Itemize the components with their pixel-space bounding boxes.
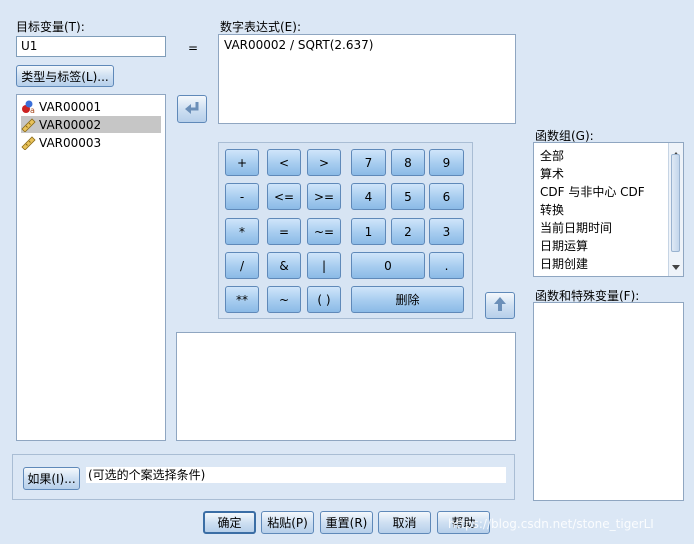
- scrollbar-thumb[interactable]: [671, 154, 680, 252]
- key-not-equal[interactable]: ~=: [307, 218, 341, 245]
- key-minus[interactable]: -: [225, 183, 259, 210]
- function-group-item[interactable]: 当前日期时间: [540, 219, 612, 236]
- nominal-variable-icon: a: [21, 100, 37, 115]
- variable-label: VAR00003: [39, 135, 102, 150]
- calculator-keypad: + < > 7 8 9 - <= >= 4 5 6 * = ~= 1 2 3 /…: [218, 142, 473, 319]
- key-equals[interactable]: =: [267, 218, 301, 245]
- key-1[interactable]: 1: [351, 218, 386, 245]
- reset-button[interactable]: 重置(R): [320, 511, 373, 534]
- if-button[interactable]: 如果(I)...: [23, 467, 80, 490]
- key-or[interactable]: |: [307, 252, 341, 279]
- expression-label: 数字表达式(E):: [220, 20, 301, 34]
- functions-special-variables-list[interactable]: [533, 302, 684, 501]
- key-not[interactable]: ~: [267, 286, 301, 313]
- key-0[interactable]: 0: [351, 252, 425, 279]
- function-group-scrollbar[interactable]: [668, 143, 683, 276]
- variable-list[interactable]: a VAR00001 VAR00002 VAR00003: [16, 94, 166, 441]
- function-group-item[interactable]: 算术: [540, 165, 564, 182]
- key-7[interactable]: 7: [351, 149, 386, 176]
- key-greater-equal[interactable]: >=: [307, 183, 341, 210]
- scroll-down-arrow-icon[interactable]: [672, 259, 680, 273]
- variable-item-2[interactable]: VAR00002: [21, 116, 161, 133]
- function-group-item[interactable]: 日期创建: [540, 255, 588, 272]
- key-and[interactable]: &: [267, 252, 301, 279]
- key-multiply[interactable]: *: [225, 218, 259, 245]
- variable-label: VAR00001: [39, 99, 102, 114]
- equals-sign: =: [188, 41, 199, 55]
- if-condition-text: (可选的个案选择条件): [86, 467, 506, 483]
- function-description-box: [176, 332, 516, 441]
- key-8[interactable]: 8: [391, 149, 425, 176]
- key-less-than[interactable]: <: [267, 149, 301, 176]
- key-6[interactable]: 6: [429, 183, 464, 210]
- key-decimal[interactable]: .: [429, 252, 464, 279]
- cancel-button[interactable]: 取消: [378, 511, 431, 534]
- type-label-button[interactable]: 类型与标签(L)...: [16, 65, 114, 87]
- watermark-text: https://blog.csdn.net/stone_tigerLI: [448, 517, 654, 531]
- key-divide[interactable]: /: [225, 252, 259, 279]
- key-greater-than[interactable]: >: [307, 149, 341, 176]
- function-group-item[interactable]: CDF 与非中心 CDF: [540, 183, 645, 200]
- ok-button[interactable]: 确定: [203, 511, 256, 534]
- paste-button[interactable]: 粘贴(P): [261, 511, 314, 534]
- scale-ruler-icon: [21, 135, 37, 151]
- function-group-item[interactable]: 日期运算: [540, 237, 588, 254]
- arrow-up-icon: [493, 296, 507, 315]
- target-variable-input[interactable]: U1: [16, 36, 166, 57]
- key-parentheses[interactable]: ( ): [307, 286, 341, 313]
- move-function-up-button[interactable]: [485, 292, 515, 319]
- key-power[interactable]: **: [225, 286, 259, 313]
- target-variable-label: 目标变量(T):: [16, 20, 85, 34]
- if-condition-group: 如果(I)... (可选的个案选择条件): [12, 454, 515, 500]
- key-5[interactable]: 5: [391, 183, 425, 210]
- move-to-expression-button[interactable]: [177, 95, 207, 123]
- key-plus[interactable]: +: [225, 149, 259, 176]
- function-group-list[interactable]: 全部 算术 CDF 与非中心 CDF 转换 当前日期时间 日期运算 日期创建: [533, 142, 684, 277]
- function-group-item[interactable]: 全部: [540, 147, 564, 164]
- key-9[interactable]: 9: [429, 149, 464, 176]
- key-3[interactable]: 3: [429, 218, 464, 245]
- key-4[interactable]: 4: [351, 183, 386, 210]
- function-group-item-partial[interactable]: [540, 272, 544, 276]
- scale-ruler-icon: [21, 117, 37, 133]
- variable-item-1[interactable]: a VAR00001: [21, 98, 103, 115]
- svg-text:a: a: [30, 106, 35, 114]
- variable-item-3[interactable]: VAR00003: [21, 134, 103, 151]
- expression-textarea[interactable]: VAR00002 / SQRT(2.637): [218, 34, 516, 124]
- key-delete[interactable]: 删除: [351, 286, 464, 313]
- key-2[interactable]: 2: [391, 218, 425, 245]
- arrow-left-icon: [183, 100, 201, 119]
- function-group-item[interactable]: 转换: [540, 201, 564, 218]
- key-less-equal[interactable]: <=: [267, 183, 301, 210]
- variable-label: VAR00002: [39, 117, 102, 132]
